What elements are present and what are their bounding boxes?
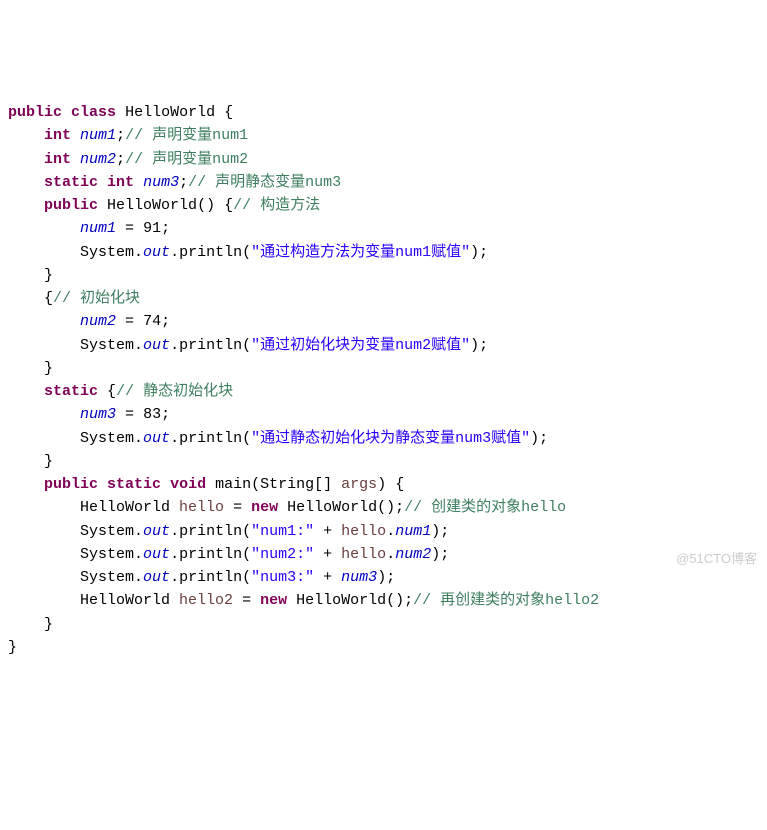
println-method: println xyxy=(179,430,242,447)
field-num1: num1 xyxy=(80,127,116,144)
keyword-new: new xyxy=(251,499,278,516)
out-field: out xyxy=(143,337,170,354)
system-class: System xyxy=(80,430,134,447)
system-class: System xyxy=(80,244,134,261)
literal-74: 74 xyxy=(143,313,161,330)
println-method: println xyxy=(179,523,242,540)
string-type: String xyxy=(260,476,314,493)
comment: // 初始化块 xyxy=(53,290,140,307)
keyword-static: static xyxy=(44,383,98,400)
keyword-int: int xyxy=(107,174,134,191)
ctor-call: HelloWorld xyxy=(296,592,386,609)
out-field: out xyxy=(143,244,170,261)
keyword-int: int xyxy=(44,151,71,168)
field-num2: num2 xyxy=(80,151,116,168)
comment: // 创建类的对象hello xyxy=(404,499,566,516)
out-field: out xyxy=(143,430,170,447)
field-ref-num3: num3 xyxy=(80,406,116,423)
println-method: println xyxy=(179,569,242,586)
type-helloworld: HelloWorld xyxy=(80,592,170,609)
comment: // 构造方法 xyxy=(233,197,320,214)
var-hello: hello xyxy=(179,499,224,516)
var-hello-ref: hello xyxy=(341,523,386,540)
comment: // 声明变量num1 xyxy=(125,127,248,144)
field-ref-num2: num2 xyxy=(80,313,116,330)
var-hello2: hello2 xyxy=(179,592,233,609)
keyword-public: public xyxy=(8,104,62,121)
main-method: main xyxy=(215,476,251,493)
println-method: println xyxy=(179,546,242,563)
keyword-public: public xyxy=(44,476,98,493)
keyword-void: void xyxy=(170,476,206,493)
keyword-class: class xyxy=(71,104,116,121)
string-literal: "num2:" xyxy=(251,546,314,563)
field-access-num1: num1 xyxy=(395,523,431,540)
out-field: out xyxy=(143,523,170,540)
comment: // 声明变量num2 xyxy=(125,151,248,168)
ctor-call: HelloWorld xyxy=(287,499,377,516)
field-num3: num3 xyxy=(143,174,179,191)
type-helloworld: HelloWorld xyxy=(80,499,170,516)
param-args: args xyxy=(341,476,377,493)
string-literal: "通过构造方法为变量num1赋值" xyxy=(251,244,470,261)
system-class: System xyxy=(80,523,134,540)
println-method: println xyxy=(179,244,242,261)
system-class: System xyxy=(80,546,134,563)
keyword-new: new xyxy=(260,592,287,609)
field-access-num2: num2 xyxy=(395,546,431,563)
system-class: System xyxy=(80,569,134,586)
keyword-static: static xyxy=(107,476,161,493)
string-literal: "num1:" xyxy=(251,523,314,540)
code-block: public class HelloWorld { int num1;// 声明… xyxy=(8,101,759,659)
comment: // 再创建类的对象hello2 xyxy=(413,592,599,609)
string-literal: "num3:" xyxy=(251,569,314,586)
constructor-name: HelloWorld xyxy=(107,197,197,214)
field-access-num3: num3 xyxy=(341,569,377,586)
comment: // 声明静态变量num3 xyxy=(188,174,341,191)
string-literal: "通过静态初始化块为静态变量num3赋值" xyxy=(251,430,530,447)
string-literal: "通过初始化块为变量num2赋值" xyxy=(251,337,470,354)
system-class: System xyxy=(80,337,134,354)
literal-91: 91 xyxy=(143,220,161,237)
out-field: out xyxy=(143,546,170,563)
out-field: out xyxy=(143,569,170,586)
field-ref-num1: num1 xyxy=(80,220,116,237)
comment: // 静态初始化块 xyxy=(116,383,233,400)
keyword-public: public xyxy=(44,197,98,214)
literal-83: 83 xyxy=(143,406,161,423)
var-hello-ref: hello xyxy=(341,546,386,563)
class-name: HelloWorld xyxy=(125,104,215,121)
println-method: println xyxy=(179,337,242,354)
keyword-static: static xyxy=(44,174,98,191)
keyword-int: int xyxy=(44,127,71,144)
